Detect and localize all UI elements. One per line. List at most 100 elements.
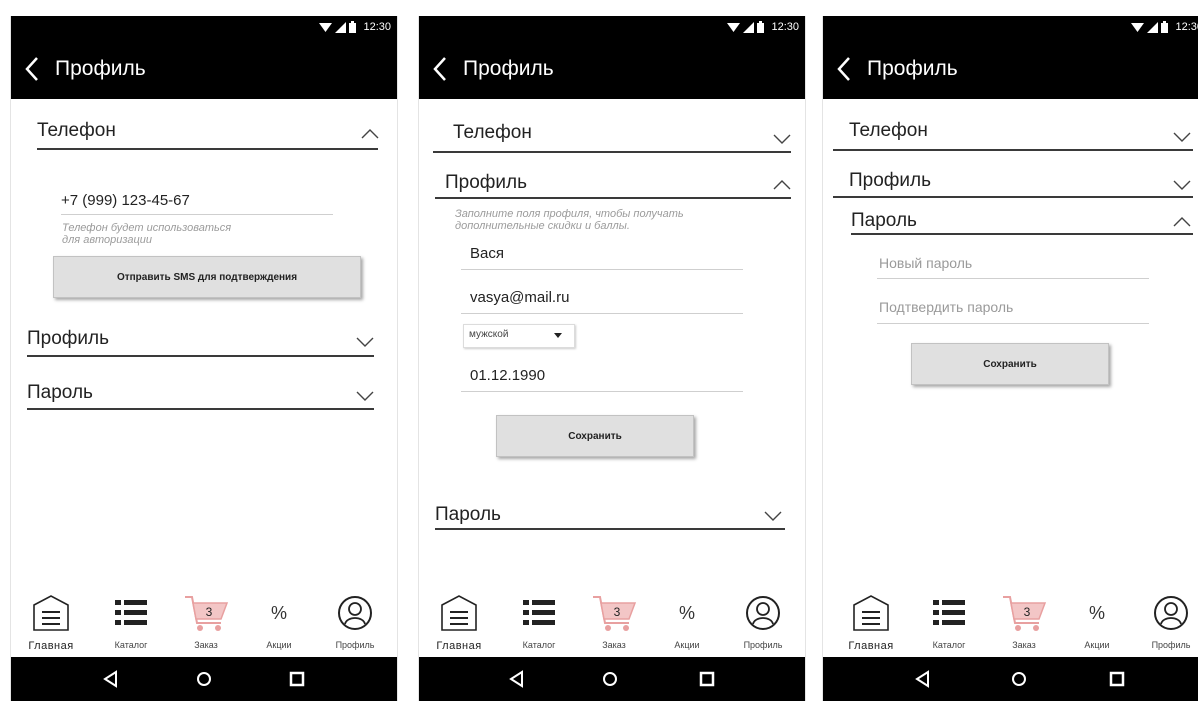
nav-profile-label: Профиль: [743, 640, 783, 650]
nav-profile[interactable]: Профиль: [1133, 591, 1198, 657]
nav-promo-label: Акции: [1084, 640, 1110, 650]
phone-hint-line-1: Телефон будет использоваться: [62, 222, 232, 234]
chevron-down-icon[interactable]: [356, 337, 374, 348]
phone-screen-phone-section: 12:30 Профиль Телефон +7 (999) 123-45-67…: [10, 16, 398, 701]
confirm-password-input[interactable]: Подтвердить пароль: [879, 299, 1013, 315]
battery-icon: [757, 21, 765, 33]
nav-home-label: Главная: [28, 640, 74, 652]
save-password-button[interactable]: Сохранить: [911, 343, 1109, 385]
nav-home[interactable]: Главная: [13, 591, 89, 657]
nav-order[interactable]: 3 Заказ: [986, 591, 1062, 657]
signal-icon: [1147, 21, 1159, 33]
nav-order-label: Заказ: [1012, 640, 1036, 650]
nav-order[interactable]: 3 Заказ: [168, 591, 244, 657]
send-sms-button[interactable]: Отправить SMS для подтверждения: [53, 256, 361, 298]
nav-catalog-label: Каталог: [932, 640, 966, 650]
profile-user-icon: [746, 596, 780, 630]
chevron-down-icon[interactable]: [764, 511, 782, 522]
nav-home-label: Главная: [436, 640, 482, 652]
phone-screen-password-section: 12:30 Профиль Телефон Профиль Пароль Нов…: [822, 16, 1198, 701]
system-nav-bar: [11, 657, 397, 701]
chevron-down-icon[interactable]: [1173, 180, 1191, 191]
phone-input-underline: [61, 214, 333, 215]
nav-promo[interactable]: % Акции: [1059, 591, 1135, 657]
new-password-input[interactable]: Новый пароль: [879, 255, 972, 271]
birthdate-input[interactable]: 01.12.1990: [470, 367, 545, 384]
section-divider: [37, 148, 378, 150]
chevron-down-icon[interactable]: [356, 391, 374, 402]
cart-icon: 3: [593, 596, 637, 631]
section-divider: [851, 233, 1193, 235]
nav-promo[interactable]: % Акции: [649, 591, 725, 657]
home-menu-icon: [853, 595, 889, 631]
signal-icon: [743, 21, 755, 33]
nav-profile[interactable]: Профиль: [317, 591, 393, 657]
page-title: Профиль: [55, 57, 146, 80]
app-bar: Профиль: [11, 38, 397, 99]
section-divider: [27, 408, 374, 410]
gender-select[interactable]: мужской: [463, 324, 575, 348]
nav-catalog[interactable]: Каталог: [911, 591, 987, 657]
nav-profile-label: Профиль: [335, 640, 375, 650]
status-time: 12:30: [363, 21, 391, 33]
page-title: Профиль: [867, 57, 958, 80]
back-icon[interactable]: [21, 55, 43, 83]
home-circle-icon[interactable]: [600, 669, 620, 689]
section-password-label: Пароль: [27, 382, 93, 403]
nav-catalog[interactable]: Каталог: [93, 591, 169, 657]
email-input[interactable]: vasya@mail.ru: [470, 289, 569, 306]
percent-icon: %: [1088, 602, 1105, 623]
section-password-label: Пароль: [851, 210, 917, 231]
profile-hint-line-1: Заполните поля профиля, чтобы получать: [455, 208, 684, 220]
save-profile-button[interactable]: Сохранить: [496, 415, 694, 457]
nav-profile[interactable]: Профиль: [725, 591, 801, 657]
settings-accordion: Телефон Профиль Пароль Новый пароль Подт…: [823, 99, 1198, 601]
bottom-nav: Главная Каталог 3 Заказ % Акции Профиль: [823, 591, 1198, 657]
battery-icon: [1161, 21, 1169, 33]
cart-badge: 3: [206, 605, 213, 619]
chevron-up-icon[interactable]: [773, 179, 791, 190]
wifi-icon: [727, 22, 741, 32]
bottom-nav: Главная Каталог 3 Заказ % Акции Профиль: [419, 591, 805, 657]
nav-home-label: Главная: [848, 640, 894, 652]
section-password-label: Пароль: [435, 504, 501, 525]
nav-order[interactable]: 3 Заказ: [576, 591, 652, 657]
cart-badge: 3: [614, 605, 621, 619]
home-circle-icon[interactable]: [194, 669, 214, 689]
nav-catalog[interactable]: Каталог: [501, 591, 577, 657]
cart-badge: 3: [1024, 605, 1031, 619]
signal-icon: [335, 21, 347, 33]
chevron-up-icon[interactable]: [1173, 216, 1191, 227]
phone-input[interactable]: +7 (999) 123-45-67: [61, 192, 190, 209]
birthdate-input-underline: [461, 391, 743, 392]
battery-icon: [349, 21, 357, 33]
recents-square-icon[interactable]: [287, 669, 307, 689]
recents-square-icon[interactable]: [697, 669, 717, 689]
back-triangle-icon[interactable]: [101, 669, 121, 689]
home-circle-icon[interactable]: [1009, 669, 1029, 689]
chevron-down-icon[interactable]: [1173, 132, 1191, 143]
back-icon[interactable]: [429, 55, 451, 83]
section-profile-label: Профиль: [849, 170, 932, 191]
chevron-up-icon[interactable]: [361, 128, 379, 139]
name-input[interactable]: Вася: [470, 245, 504, 262]
nav-catalog-label: Каталог: [522, 640, 556, 650]
profile-user-icon: [1154, 596, 1188, 630]
catalog-list-icon: [933, 600, 965, 625]
section-divider: [435, 197, 791, 199]
app-bar: Профиль: [823, 38, 1198, 99]
system-nav-bar: [823, 657, 1198, 701]
catalog-list-icon: [523, 600, 555, 625]
chevron-down-icon[interactable]: [773, 134, 791, 145]
recents-square-icon[interactable]: [1107, 669, 1127, 689]
nav-promo-label: Акции: [674, 640, 700, 650]
section-divider: [435, 528, 785, 530]
back-triangle-icon[interactable]: [913, 669, 933, 689]
nav-promo[interactable]: % Акции: [241, 591, 317, 657]
phone-hint-line-2: для авторизации: [62, 234, 152, 246]
nav-home[interactable]: Главная: [833, 591, 909, 657]
back-icon[interactable]: [833, 55, 855, 83]
nav-home[interactable]: Главная: [421, 591, 497, 657]
back-triangle-icon[interactable]: [507, 669, 527, 689]
section-divider: [833, 196, 1193, 198]
